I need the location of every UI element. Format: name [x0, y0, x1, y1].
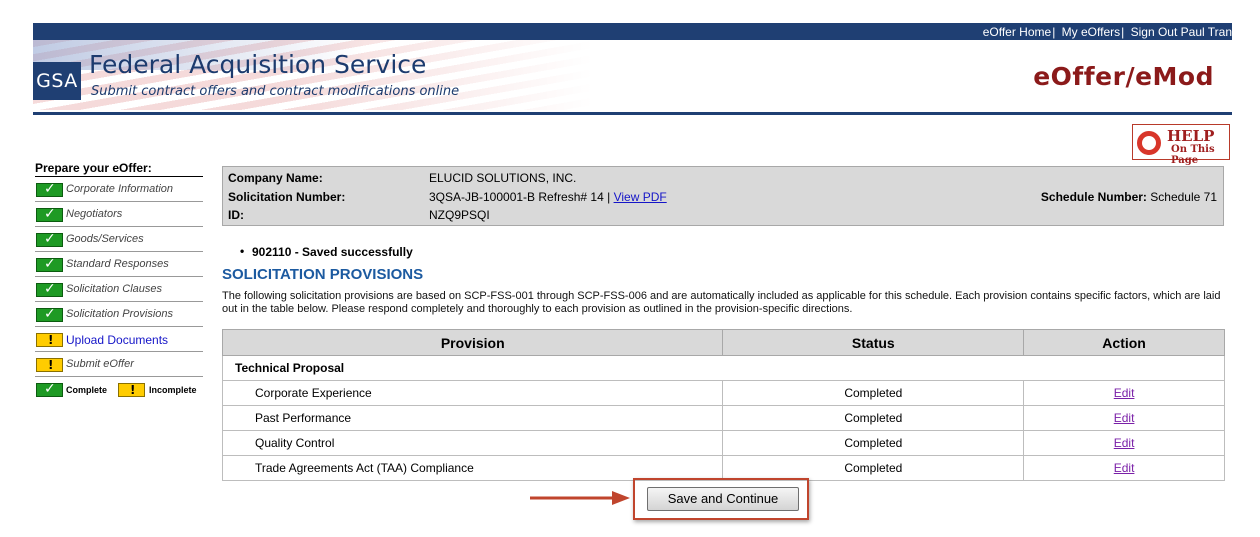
- checkmark-icon: [36, 206, 63, 222]
- solicitation-number-field: 3QSA-JB-100001-B Refresh# 14 | View PDF: [429, 190, 667, 204]
- sidebar-item-upload-documents[interactable]: Upload Documents: [35, 327, 203, 352]
- table-header-row: Provision Status Action: [221, 329, 1225, 356]
- nav-separator: |: [1052, 25, 1056, 39]
- checkmark-icon: [36, 231, 63, 247]
- sidebar-item-label: Corporate Information: [66, 183, 173, 195]
- sidebar-item-label: Goods/Services: [66, 233, 144, 245]
- action-cell: Edit: [1023, 380, 1225, 406]
- lifebuoy-icon: [1137, 131, 1161, 155]
- offer-info-panel: Company Name: ELUCID SOLUTIONS, INC. Sol…: [222, 166, 1224, 226]
- action-cell: Edit: [1023, 405, 1225, 431]
- sidebar-title: Prepare your eOffer:: [35, 161, 203, 177]
- checkmark-icon: [36, 306, 63, 322]
- sidebar-item-label: Submit eOffer: [66, 358, 134, 370]
- section-title: SOLICITATION PROVISIONS: [222, 266, 424, 283]
- nav-link-sign-out[interactable]: Sign Out Paul Tran: [1131, 25, 1232, 39]
- legend-incomplete-label: Incomplete: [149, 385, 197, 395]
- save-success-message: 902110 - Saved successfully: [240, 244, 413, 259]
- table-row: Quality Control Completed Edit: [221, 430, 1225, 456]
- column-header-provision: Provision: [221, 329, 724, 356]
- id-label: ID:: [228, 208, 244, 222]
- solicitation-number-value: 3QSA-JB-100001-B Refresh# 14 |: [429, 190, 611, 204]
- action-cell: Edit: [1023, 430, 1225, 456]
- company-name-label: Company Name:: [228, 171, 323, 185]
- nav-link-my-eoffers[interactable]: My eOffers: [1062, 25, 1120, 39]
- help-button[interactable]: HELP On This Page: [1132, 124, 1230, 166]
- view-pdf-link[interactable]: View PDF: [614, 190, 667, 204]
- table-group-row: Technical Proposal: [222, 355, 1225, 381]
- sidebar-item-label: Solicitation Provisions: [66, 308, 173, 320]
- provision-name: Quality Control: [221, 430, 724, 456]
- edit-link[interactable]: Edit: [1114, 436, 1135, 450]
- provision-status: Completed: [722, 430, 1025, 456]
- banner-subtitle: Submit contract offers and contract modi…: [91, 84, 460, 99]
- warning-icon: [36, 333, 63, 347]
- schedule-number-label: Schedule Number:: [1040, 190, 1147, 204]
- edit-link[interactable]: Edit: [1114, 386, 1135, 400]
- table-row: Corporate Experience Completed Edit: [221, 380, 1225, 406]
- section-description: The following solicitation provisions ar…: [222, 290, 1221, 315]
- status-legend: Complete Incomplete: [35, 381, 203, 403]
- sidebar-item-solicitation-provisions[interactable]: Solicitation Provisions: [35, 302, 203, 327]
- provision-name: Trade Agreements Act (TAA) Compliance: [221, 455, 724, 481]
- sidebar-item-label: Standard Responses: [66, 258, 169, 270]
- annotation-arrow-icon: [530, 491, 630, 505]
- sidebar-item-goods-services[interactable]: Goods/Services: [35, 227, 203, 252]
- provision-status: Completed: [722, 380, 1025, 406]
- group-label: Technical Proposal: [222, 355, 1225, 381]
- provision-name: Corporate Experience: [221, 380, 724, 406]
- warning-icon: [36, 358, 63, 372]
- banner-divider: [33, 112, 1232, 115]
- sidebar: Prepare your eOffer: Corporate Informati…: [35, 161, 203, 403]
- checkmark-icon: [36, 381, 63, 397]
- id-value: NZQ9PSQI: [429, 208, 490, 222]
- legend-complete-label: Complete: [66, 385, 108, 395]
- sidebar-item-label: Negotiators: [66, 208, 123, 220]
- provision-status: Completed: [722, 455, 1025, 481]
- sidebar-item-submit-eoffer[interactable]: Submit eOffer: [35, 352, 203, 377]
- top-nav-links: eOffer Home| My eOffers| Sign Out Paul T…: [983, 25, 1232, 39]
- sidebar-item-label: Solicitation Clauses: [66, 283, 162, 295]
- schedule-number-value: Schedule 71: [1150, 190, 1217, 204]
- column-header-action: Action: [1023, 329, 1225, 356]
- banner-title: Federal Acquisition Service: [89, 50, 427, 79]
- sidebar-item-standard-responses[interactable]: Standard Responses: [35, 252, 203, 277]
- table-row: Trade Agreements Act (TAA) Compliance Co…: [221, 455, 1225, 481]
- provision-name: Past Performance: [221, 405, 724, 431]
- provisions-table: Provision Status Action Technical Propos…: [221, 329, 1225, 481]
- nav-link-eoffer-home[interactable]: eOffer Home: [983, 25, 1051, 39]
- sidebar-item-label[interactable]: Upload Documents: [66, 333, 168, 347]
- sidebar-item-corporate-information[interactable]: Corporate Information: [35, 177, 203, 202]
- column-header-status: Status: [722, 329, 1025, 356]
- schedule-number: Schedule Number: Schedule 71: [1041, 190, 1217, 204]
- gsa-logo: GSA: [33, 62, 81, 100]
- sidebar-item-solicitation-clauses[interactable]: Solicitation Clauses: [35, 277, 203, 302]
- edit-link[interactable]: Edit: [1114, 411, 1135, 425]
- help-sublabel: On This Page: [1171, 144, 1215, 166]
- checkmark-icon: [36, 181, 63, 197]
- nav-separator: |: [1121, 25, 1125, 39]
- edit-link[interactable]: Edit: [1114, 461, 1135, 475]
- checkmark-icon: [36, 256, 63, 272]
- solicitation-number-label: Solicitation Number:: [228, 190, 346, 204]
- app-title: eOffer/eMod: [1033, 62, 1214, 91]
- provision-status: Completed: [722, 405, 1025, 431]
- warning-icon: [118, 383, 145, 397]
- action-cell: Edit: [1023, 455, 1225, 481]
- site-banner: GSA Federal Acquisition Service Submit c…: [33, 40, 1232, 110]
- table-row: Past Performance Completed Edit: [221, 405, 1225, 431]
- checkmark-icon: [36, 281, 63, 297]
- save-and-continue-button[interactable]: Save and Continue: [647, 487, 799, 511]
- sidebar-item-negotiators[interactable]: Negotiators: [35, 202, 203, 227]
- company-name-value: ELUCID SOLUTIONS, INC.: [429, 171, 577, 185]
- help-label: HELP: [1167, 127, 1215, 145]
- top-nav-bar: eOffer Home| My eOffers| Sign Out Paul T…: [33, 23, 1232, 40]
